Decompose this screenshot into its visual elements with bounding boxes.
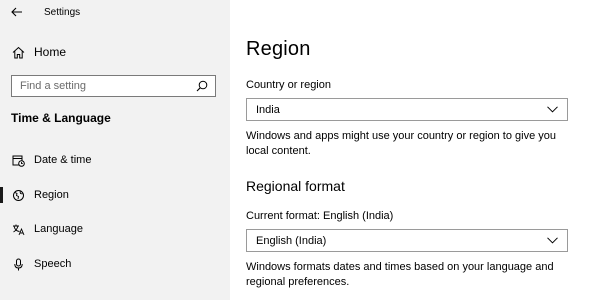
regional-format-dropdown[interactable]: English (India): [246, 229, 568, 252]
regional-format-description: Windows formats dates and times based on…: [246, 261, 554, 288]
back-button[interactable]: [2, 0, 32, 24]
date-time-icon: [11, 153, 25, 167]
sidebar-item-home[interactable]: Home: [0, 41, 230, 63]
search-icon[interactable]: [193, 77, 211, 95]
language-icon: [11, 222, 25, 236]
home-icon: [11, 45, 25, 59]
search-box: [11, 75, 216, 97]
sidebar-item-label: Region: [34, 189, 69, 201]
chevron-down-icon: [545, 234, 559, 248]
sidebar-item-date-time[interactable]: Date & time: [0, 148, 230, 172]
page-title: Region: [246, 38, 311, 60]
settings-window: Settings Home Time & Language: [0, 0, 600, 300]
selection-indicator: [0, 187, 3, 203]
sidebar-item-label: Home: [34, 45, 67, 59]
globe-icon: [11, 188, 25, 202]
sidebar-item-speech[interactable]: Speech: [0, 252, 230, 276]
search-input[interactable]: [12, 77, 193, 95]
title-bar: Settings: [0, 0, 230, 24]
sidebar-item-label: Language: [34, 223, 83, 235]
sidebar-item-label: Date & time: [34, 154, 92, 166]
microphone-icon: [11, 257, 25, 271]
sidebar-item-label: Speech: [34, 258, 72, 270]
regional-format-value: English (India): [256, 234, 327, 247]
section-heading: Time & Language: [11, 111, 111, 125]
sidebar: Settings Home Time & Language: [0, 0, 230, 300]
country-label: Country or region: [246, 79, 331, 91]
window-title: Settings: [44, 6, 81, 18]
country-dropdown[interactable]: India: [246, 98, 568, 121]
country-value: India: [256, 103, 280, 116]
regional-format-heading: Regional format: [246, 178, 345, 194]
content-pane: Region Country or region India Windows a…: [230, 0, 600, 300]
chevron-down-icon: [545, 103, 559, 117]
sidebar-item-language[interactable]: Language: [0, 217, 230, 241]
country-description: Windows and apps might use your country …: [246, 130, 556, 157]
back-arrow-icon: [11, 7, 23, 17]
current-format-label: Current format: English (India): [246, 210, 394, 222]
sidebar-item-region[interactable]: Region: [0, 183, 230, 207]
